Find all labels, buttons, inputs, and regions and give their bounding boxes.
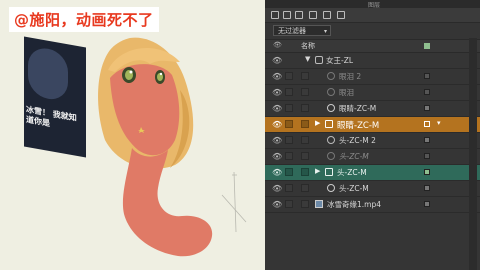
lock-toggle[interactable] <box>285 152 293 160</box>
new-folder-icon[interactable] <box>283 11 291 19</box>
copy-layer-icon[interactable] <box>295 11 303 19</box>
layer-options-icon[interactable] <box>337 11 345 19</box>
new-layer-icon[interactable] <box>271 11 279 19</box>
layer-name: 眼睛-ZC-M <box>339 104 377 113</box>
layer-row[interactable]: 👁 眼泪 <box>265 85 480 101</box>
panel-scrollbar[interactable] <box>469 38 477 270</box>
layer-row[interactable]: 👁 眼泪 2 <box>265 69 480 85</box>
mask-icon[interactable] <box>309 11 317 19</box>
lock-toggle[interactable] <box>285 120 293 128</box>
eye-icon[interactable]: 👁 <box>272 56 282 65</box>
layer-row[interactable]: 👁 冰雪奇缘1.mp4 <box>265 197 480 213</box>
transform-gizmo <box>221 171 247 233</box>
filter-dropdown[interactable]: 无过滤器 ▾ <box>273 25 331 36</box>
column-header: 👁 名称 <box>265 40 480 53</box>
video-icon <box>315 200 323 208</box>
layer-name: 头-ZC-M <box>339 184 369 193</box>
layer-color-swatch[interactable] <box>424 89 430 95</box>
folder-icon <box>325 168 333 176</box>
layer-name: 眼睛-ZC-M <box>337 121 380 131</box>
eye-icon[interactable]: 👁 <box>272 184 282 193</box>
lock-toggle[interactable] <box>285 184 293 192</box>
layer-name: 眼泪 2 <box>339 72 362 81</box>
visibility-column-icon: 👁 <box>273 41 282 49</box>
animated-character <box>98 37 247 257</box>
filter-row: 无过滤器 ▾ <box>265 23 480 40</box>
chevron-down-icon[interactable]: ▾ <box>437 119 441 127</box>
layer-name: 眼泪 <box>339 88 354 97</box>
shape-icon <box>327 72 335 80</box>
layers-panel: 图层 无过滤器 ▾ 👁 名称 👁 ▼ 女王-ZL 👁 眼泪 2 👁 眼泪 👁 眼… <box>265 0 480 270</box>
delete-layer-icon[interactable] <box>323 11 331 19</box>
layer-color-swatch[interactable] <box>424 137 430 143</box>
outline-toggle[interactable] <box>301 168 309 176</box>
expand-triangle-icon[interactable]: ▶ <box>315 119 320 127</box>
layer-name: 冰雪奇缘1.mp4 <box>327 200 381 209</box>
layer-name: 头-ZC-M 2 <box>339 136 376 145</box>
layer-name: 女王-ZL <box>326 56 354 65</box>
outline-toggle[interactable] <box>301 152 309 160</box>
eye-icon[interactable]: 👁 <box>272 200 282 209</box>
folder-link-icon <box>315 56 323 64</box>
outline-toggle[interactable] <box>301 136 309 144</box>
header-name: 名称 <box>301 42 315 50</box>
outline-toggle[interactable] <box>301 200 309 208</box>
layer-color-swatch[interactable] <box>424 73 430 79</box>
video-caption: @施阳，动画死不了 <box>9 7 159 32</box>
shape-icon <box>327 152 335 160</box>
shape-icon <box>327 136 335 144</box>
shape-icon <box>327 104 335 112</box>
layer-color-swatch[interactable] <box>424 185 430 191</box>
lock-toggle[interactable] <box>285 72 293 80</box>
eye-icon[interactable]: 👁 <box>272 88 282 97</box>
eye-icon[interactable]: 👁 <box>272 168 282 177</box>
outline-toggle[interactable] <box>301 120 309 128</box>
layer-list: 👁 ▼ 女王-ZL 👁 眼泪 2 👁 眼泪 👁 眼睛-ZC-M 👁 ▶ 眼睛-Z… <box>265 53 480 213</box>
lock-toggle[interactable] <box>285 200 293 208</box>
layer-color-swatch[interactable] <box>424 169 430 175</box>
panel-titlebar: 图层 <box>265 0 480 9</box>
eye-icon[interactable]: 👁 <box>272 120 282 129</box>
lock-toggle[interactable] <box>285 104 293 112</box>
layer-row[interactable]: 👁 眼睛-ZC-M <box>265 101 480 117</box>
shape-icon <box>327 88 335 96</box>
outline-toggle[interactable] <box>301 104 309 112</box>
layer-row[interactable]: 👁 头-ZC-M 2 <box>265 133 480 149</box>
lock-toggle[interactable] <box>285 168 293 176</box>
outline-toggle[interactable] <box>301 72 309 80</box>
lock-toggle[interactable] <box>285 136 293 144</box>
layer-name: 头-ZC-M <box>337 168 367 177</box>
layer-color-swatch[interactable] <box>424 105 430 111</box>
folder-icon <box>325 120 333 128</box>
layer-color-swatch[interactable] <box>424 153 430 159</box>
eye-icon[interactable]: 👁 <box>272 152 282 161</box>
eye-icon[interactable]: 👁 <box>272 136 282 145</box>
layer-row-active[interactable]: 👁 ▶ 头-ZC-M <box>265 165 480 181</box>
shape-icon <box>327 184 335 192</box>
layer-row[interactable]: 👁 ▼ 女王-ZL <box>265 53 480 69</box>
expand-triangle-icon[interactable]: ▶ <box>315 167 320 175</box>
eye-icon[interactable]: 👁 <box>272 72 282 81</box>
outline-toggle[interactable] <box>301 184 309 192</box>
layer-row[interactable]: 👁 头-ZC-M <box>265 149 480 165</box>
layer-name: 头-ZC-M <box>339 152 369 161</box>
layer-row-selected[interactable]: 👁 ▶ 眼睛-ZC-M ▾ <box>265 117 480 133</box>
outline-toggle[interactable] <box>301 88 309 96</box>
eye-icon[interactable]: 👁 <box>272 104 282 113</box>
color-column-icon <box>424 43 430 49</box>
layer-color-swatch[interactable] <box>424 201 430 207</box>
chevron-down-icon: ▾ <box>323 28 327 35</box>
lock-toggle[interactable] <box>285 88 293 96</box>
filter-label: 无过滤器 <box>278 27 306 35</box>
layer-color-swatch[interactable] <box>424 121 430 127</box>
layer-row[interactable]: 👁 头-ZC-M <box>265 181 480 197</box>
stage-canvas[interactable]: 冰雪！ 我就知道你是 @施阳，动画死不了 <box>0 0 265 270</box>
expand-triangle-icon[interactable]: ▼ <box>305 55 310 63</box>
layers-toolbar <box>265 8 480 23</box>
